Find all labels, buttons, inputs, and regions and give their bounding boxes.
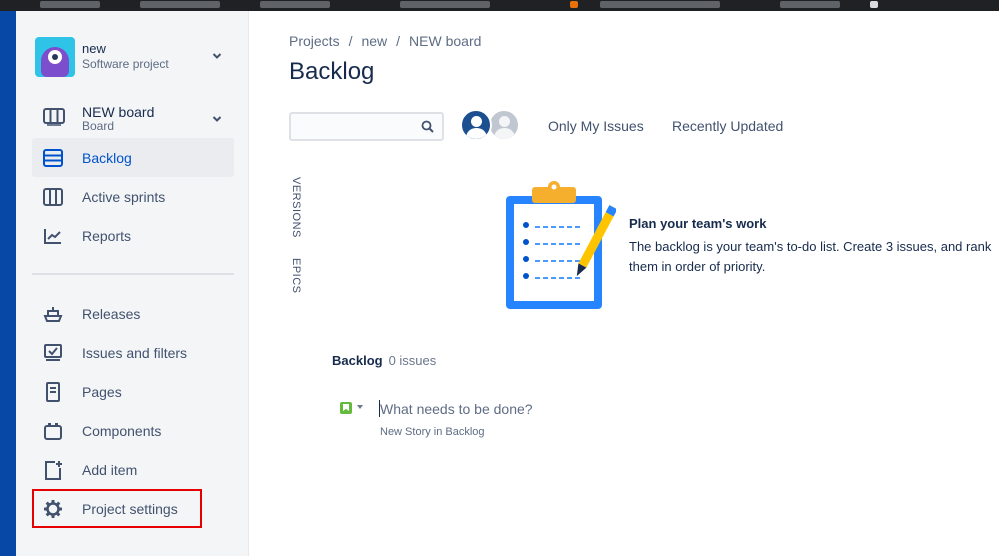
chart-line-icon (43, 226, 63, 246)
tab-epics[interactable]: EPICS (290, 258, 302, 294)
component-icon (43, 421, 63, 441)
empty-state-title: Plan your team's work (629, 216, 767, 231)
global-navigation-bar (0, 11, 16, 556)
backlog-title: Backlog (332, 353, 383, 368)
recently-updated-filter[interactable]: Recently Updated (672, 118, 783, 134)
project-type: Software project (82, 57, 169, 71)
avatar[interactable] (460, 109, 492, 141)
chevron-down-icon[interactable] (357, 405, 363, 409)
story-type-icon[interactable] (340, 402, 352, 414)
sidebar-item-releases[interactable]: Releases (32, 294, 234, 333)
page-title: Backlog (289, 58, 375, 85)
sidebar-item-reports[interactable]: Reports (32, 216, 234, 255)
create-issue-hint: New Story in Backlog (380, 426, 485, 438)
sidebar-item-label: Add item (82, 462, 138, 478)
sidebar-item-label: Components (82, 423, 162, 439)
sidebar-item-label: Backlog (82, 150, 132, 166)
chevron-down-icon[interactable] (212, 51, 222, 61)
sidebar-item-issues-filters[interactable]: Issues and filters (32, 333, 234, 372)
avatar-unassigned[interactable] (488, 109, 520, 141)
breadcrumb-separator: / (348, 33, 353, 49)
board-switcher[interactable]: NEW board Board (34, 99, 234, 139)
board-icon (43, 108, 65, 131)
sidebar-item-label: Active sprints (82, 189, 166, 205)
browser-tab-strip (0, 0, 999, 11)
sidebar-divider (32, 273, 234, 275)
project-switcher[interactable]: new Software project (34, 35, 234, 79)
search-input[interactable] (289, 112, 444, 141)
page-icon (43, 382, 63, 402)
create-issue-input[interactable] (380, 400, 680, 418)
backlog-count: 0 issues (388, 353, 437, 368)
sprint-board-icon (43, 187, 63, 207)
main-content: Projects / new / NEW board Backlog Only My I… (249, 11, 999, 556)
breadcrumb-projects[interactable]: Projects (289, 33, 340, 49)
sidebar-item-active-sprints[interactable]: Active sprints (32, 177, 234, 216)
empty-state-description: The backlog is your team's to-do list. C… (629, 239, 992, 274)
breadcrumb: Projects / new / NEW board (289, 33, 481, 49)
sidebar-item-pages[interactable]: Pages (32, 372, 234, 411)
issues-icon (43, 343, 63, 363)
board-type: Board (82, 119, 115, 133)
backlog-icon (43, 148, 63, 168)
highlight-box (32, 489, 202, 528)
sidebar-item-label: Issues and filters (82, 345, 188, 361)
tab-versions[interactable]: VERSIONS (290, 177, 302, 238)
breadcrumb-separator: / (396, 33, 401, 49)
sidebar-item-add-item[interactable]: Add item (32, 450, 234, 489)
project-avatar (35, 37, 75, 77)
sidebar-item-label: Reports (82, 228, 132, 244)
assignee-filter (460, 109, 524, 143)
breadcrumb-project[interactable]: new (361, 33, 387, 49)
breadcrumb-board[interactable]: NEW board (409, 33, 481, 49)
board-name: NEW board (82, 104, 155, 120)
add-page-icon (43, 460, 63, 480)
sidebar-item-label: Pages (82, 384, 122, 400)
project-sidebar: new Software project NEW board Board Bac… (16, 11, 249, 556)
sidebar-item-label: Releases (82, 306, 141, 322)
ship-icon (43, 304, 63, 324)
sidebar-item-components[interactable]: Components (32, 411, 234, 450)
only-my-issues-filter[interactable]: Only My Issues (548, 118, 644, 134)
search-icon (421, 120, 434, 138)
backlog-header: Backlog 0 issues (332, 353, 436, 368)
project-name: new (82, 41, 106, 56)
chevron-down-icon[interactable] (212, 114, 222, 124)
clipboard-illustration (506, 181, 618, 311)
sidebar-item-backlog[interactable]: Backlog (32, 138, 234, 177)
